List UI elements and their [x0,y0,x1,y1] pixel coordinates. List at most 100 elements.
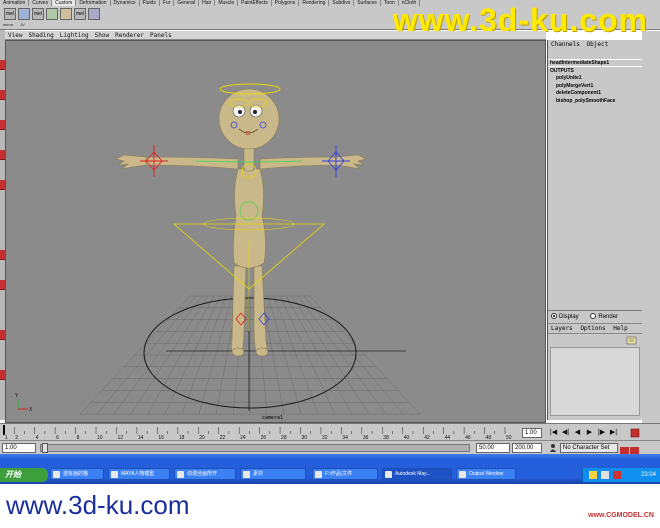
layer-mode-radios: Display Render [548,311,642,323]
panel-menu-show[interactable]: Show [92,31,112,39]
taskbar-task-button[interactable]: MAYA人物模型 [108,468,170,480]
channels-menu[interactable]: Channels [551,41,580,48]
application-icon [243,471,250,478]
axis-x-label: X [29,407,33,413]
play-forward-button[interactable]: ▶ [584,428,595,437]
range-slider-row: 1.00 50.00 200.00 No Character Set [0,440,660,456]
help-menu[interactable]: Help [613,325,627,332]
watermark-bottom: www.3d-ku.com [6,490,190,520]
task-label: Autodesk May... [395,471,431,477]
output-node-item[interactable]: polyUnite1 [548,75,642,83]
go-to-start-button[interactable]: |◀ [548,428,559,437]
layer-editor-menu: Layers Options Help [548,323,642,334]
taskbar-task-button[interactable]: Autodesk May... [382,468,452,480]
character-head [218,88,280,150]
right-wrist-ik-control [322,145,350,177]
clock: 23:04 [640,472,656,478]
character-left-hand [115,154,147,170]
playback-controls: 1.00 |◀ ◀| ◀ ▶ |▶ ▶| [520,423,660,440]
axis-y-label: Y [15,393,19,399]
keyframe-icon[interactable] [630,428,640,438]
character-right-arm [259,156,337,170]
shelf-button-5[interactable] [60,8,72,20]
current-time-marker[interactable] [3,425,5,435]
task-label: 动漫丝画所开 [187,471,218,477]
panel-menu-renderer[interactable]: Renderer [112,31,147,39]
layers-menu[interactable]: Layers [551,325,573,332]
output-node-item[interactable]: bishop_polySmoothFace [548,98,642,106]
step-forward-button[interactable]: |▶ [596,428,607,437]
output-node-item[interactable]: polyMergeVert1 [548,83,642,91]
left-wrist-ik-control [140,145,168,177]
character-set-icon [550,444,556,452]
network-icon[interactable] [589,471,597,479]
ground-grid [79,295,421,415]
render-label: Render [598,314,619,320]
end-time-field[interactable]: 200.00 [512,443,542,453]
script-editor-icons [620,443,650,456]
shelf-button-2[interactable] [18,8,30,20]
current-frame-field[interactable]: 1.00 [522,428,542,438]
system-tray: 23:04 [582,468,660,482]
taskbar-task-button[interactable]: 动漫丝画所开 [174,468,236,480]
shelf-button-7[interactable] [88,8,100,20]
go-to-end-button[interactable]: ▶| [608,428,619,437]
layer-list[interactable] [550,347,640,416]
panel-menu-panels[interactable]: Panels [147,31,175,39]
application-icon [177,471,184,478]
volume-icon[interactable] [601,471,609,479]
object-menu[interactable]: Object [587,41,609,48]
taskbar-task-button[interactable]: F:\作品\文件 [312,468,378,480]
render-radio[interactable] [590,313,597,320]
shelf-caption-jv: JV [20,22,25,27]
start-button[interactable]: 开始 [0,468,48,482]
task-label: 素材 [253,471,264,477]
range-slider-handle[interactable] [42,443,48,453]
input-method-icon[interactable] [613,471,621,479]
application-icon [315,471,322,478]
taskbar-task-button[interactable]: Output Window [456,468,516,480]
character-torso [233,168,266,269]
step-back-button[interactable]: ◀| [560,428,571,437]
shelf-button-mel-1[interactable]: mel [4,8,16,20]
character-right-pupil [253,110,257,114]
time-slider-ruler[interactable]: 1 2 4 6 8 10 12 14 16 18 20 22 24 26 28 30 32 34 36 38 40 42 4… [0,424,520,441]
layer-editor: Display Render Layers Options Help [547,310,642,420]
panel-menu-bar: View Shading Lighting Show Renderer Panels [5,31,546,40]
view-axis-icon: Y X [15,393,33,413]
shelf-caption-mirror: mirror [3,22,14,27]
start-time-field[interactable]: 1.00 [2,443,36,453]
channel-box-node-name[interactable]: headIntermediateShape1 [548,59,642,67]
new-layer-icon[interactable] [626,335,638,345]
scene-canvas[interactable]: Y X [6,41,546,423]
panel-menu-shading[interactable]: Shading [25,31,56,39]
character-right-foot [255,347,269,357]
time-slider[interactable]: 1 2 4 6 8 10 12 14 16 18 20 22 24 26 28 30 32 34 36 38 40 42 4… [0,423,520,441]
taskbar-task-button[interactable]: 遗有画的猫 [50,468,104,480]
channel-box-menu: Channels Object [548,40,642,49]
character-set-dropdown[interactable]: No Character Set [560,443,618,453]
output-node-item[interactable]: deleteComponent1 [548,90,642,98]
panel-menu-view[interactable]: View [5,31,25,39]
display-radio[interactable] [551,313,557,320]
shelf-button-4[interactable] [46,8,58,20]
perspective-viewport[interactable]: Y X camera1 [5,40,546,423]
taskbar-task-button[interactable]: 素材 [240,468,306,480]
application-icon [459,471,466,478]
character-left-leg [231,265,247,354]
shelf-button-mel-3[interactable]: mel [74,8,86,20]
application-icon [111,471,118,478]
display-label: Display [559,314,579,320]
range-end-field[interactable]: 50.00 [476,443,510,453]
options-menu[interactable]: Options [580,325,605,332]
task-label: MAYA人物模型 [121,471,155,477]
character-left-foot [231,347,245,357]
outputs-header: OUTPUTS [550,68,574,74]
panel-menu-lighting[interactable]: Lighting [57,31,92,39]
shelf-button-mel-2[interactable]: mel [32,8,44,20]
character-left-pupil [238,110,242,114]
camera-label: camera1 [262,415,284,421]
play-backward-button[interactable]: ◀ [572,428,583,437]
task-label: 遗有画的猫 [63,471,89,477]
range-slider[interactable] [40,444,470,452]
